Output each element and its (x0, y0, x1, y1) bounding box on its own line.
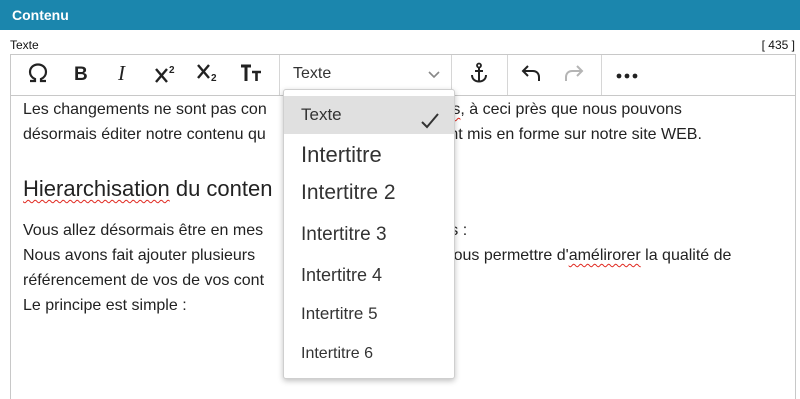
chevron-down-icon (427, 67, 441, 86)
italic-icon: I (115, 61, 131, 88)
format-dropdown-menu: Texte Intertitre Intertitre 2 Intertitre… (283, 89, 455, 379)
format-option-intertitre-3[interactable]: Intertitre 3 (284, 218, 454, 252)
undo-button[interactable] (516, 59, 546, 91)
format-select-value: Texte (293, 65, 332, 82)
svg-text:B: B (74, 64, 88, 83)
field-label-row: Texte [ 435 ] (10, 38, 795, 54)
bold-button[interactable]: B (66, 59, 96, 91)
text-size-icon (239, 63, 263, 88)
character-count: [ 435 ] (761, 38, 795, 52)
svg-text:I: I (117, 63, 126, 83)
anchor-icon (469, 62, 489, 89)
more-button[interactable] (611, 59, 643, 91)
undo-icon (520, 63, 542, 88)
format-option-texte[interactable]: Texte (284, 96, 454, 134)
subscript-button[interactable]: 2 (193, 59, 223, 91)
field-label: Texte (10, 38, 39, 52)
text-size-button[interactable] (236, 59, 266, 91)
section-header: Contenu (0, 0, 800, 30)
anchor-button[interactable] (464, 59, 494, 91)
toolbar-divider (507, 55, 508, 95)
redo-button[interactable] (559, 59, 589, 91)
format-option-intertitre-4[interactable]: Intertitre 4 (284, 258, 454, 292)
redo-icon (563, 63, 585, 88)
italic-button[interactable]: I (108, 59, 138, 91)
svg-text:2: 2 (211, 73, 217, 84)
toolbar-divider (601, 55, 602, 95)
toolbar-divider (279, 55, 280, 95)
more-icon (616, 66, 638, 84)
special-char-button[interactable] (23, 59, 53, 91)
section-title: Contenu (12, 7, 69, 23)
format-option-intertitre[interactable]: Intertitre (284, 138, 454, 172)
superscript-button[interactable]: 2 (151, 59, 181, 91)
bold-icon: B (72, 63, 90, 88)
format-option-intertitre-2[interactable]: Intertitre 2 (284, 176, 454, 210)
format-option-intertitre-6[interactable]: Intertitre 6 (284, 337, 454, 371)
subscript-icon: 2 (195, 62, 221, 89)
format-option-intertitre-5[interactable]: Intertitre 5 (284, 297, 454, 331)
svg-text:2: 2 (169, 65, 175, 76)
omega-icon (27, 62, 49, 89)
superscript-icon: 2 (153, 62, 179, 89)
